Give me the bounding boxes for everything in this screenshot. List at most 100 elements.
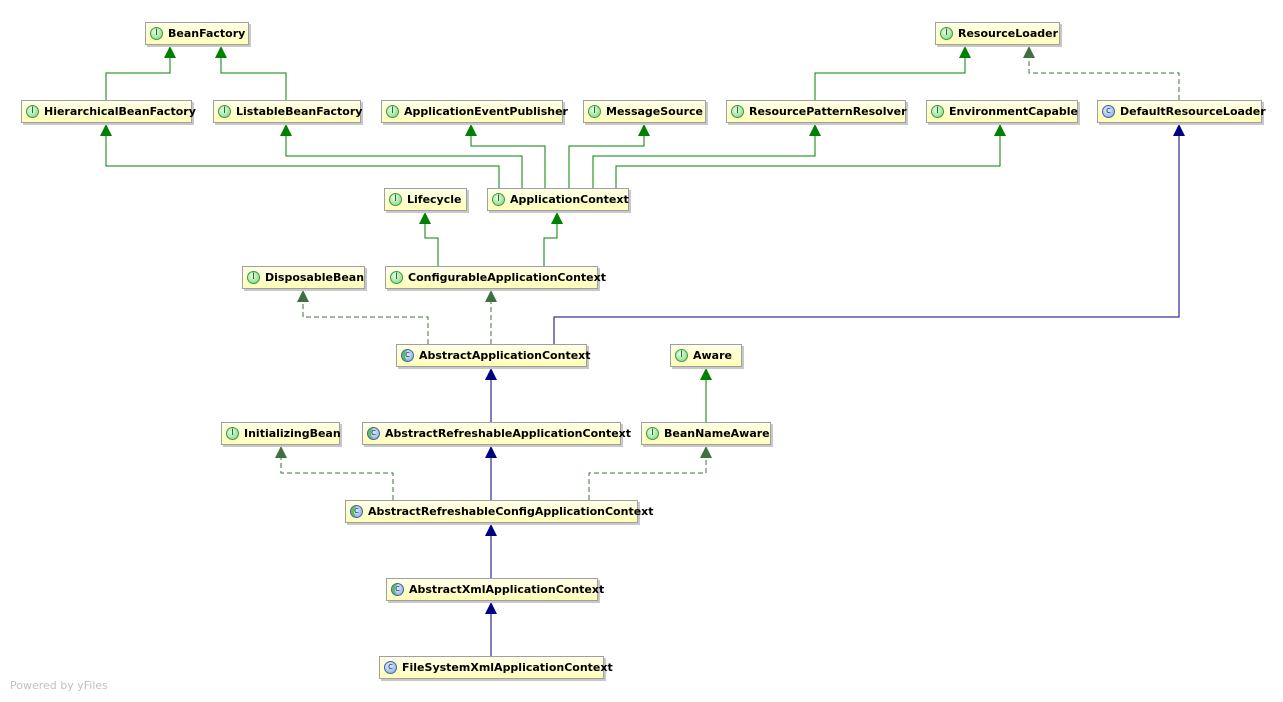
edge-abstract-xml-application-context-to-abstract-refreshable-config-application-context [485,524,497,578]
node-resource-loader[interactable]: I ResourceLoader [935,22,1060,45]
arrowhead-icon [700,368,712,380]
edge-abstract-application-context-to-configurable-application-context [485,290,497,344]
node-hierarchical-bean-factory[interactable]: I HierarchicalBeanFactory [21,100,196,123]
edge-configurable-application-context-to-application-context [543,212,563,266]
arrowhead-icon [485,524,497,536]
interface-icon: I [26,105,39,118]
edge-configurable-application-context-to-lifecycle [419,212,439,266]
node-label: ConfigurableApplicationContext [408,271,606,284]
node-label: InitializingBean [244,427,341,440]
node-label: AbstractXmlApplicationContext [409,583,605,596]
edge-application-context-to-resource-pattern-resolver [592,124,821,188]
node-label: AbstractRefreshableApplicationContext [385,427,632,440]
node-label: ApplicationEventPublisher [404,105,568,118]
interface-icon: I [646,427,659,440]
arrowhead-icon [280,124,292,136]
node-resource-pattern-resolver[interactable]: I ResourcePatternResolver [726,100,907,123]
interface-icon: I [218,105,231,118]
edge-bean-name-aware-to-aware [700,368,712,422]
abstract-class-icon: c [367,427,380,440]
node-abstract-application-context[interactable]: c AbstractApplicationContext [396,344,591,367]
node-label: AbstractRefreshableConfigApplicationCont… [368,505,654,518]
interface-icon: I [675,349,688,362]
node-label: BeanNameAware [664,427,770,440]
arrowhead-icon [100,124,112,136]
interface-icon: I [226,427,239,440]
edge-abstract-refreshable-config-application-context-to-abstract-refreshable-application-context [485,446,497,500]
abstract-class-icon: c [391,583,404,596]
edge-abstract-refreshable-config-application-context-to-bean-name-aware [588,446,712,500]
arrowhead-icon [959,46,971,58]
node-aware[interactable]: I Aware [670,344,742,367]
edge-resource-pattern-resolver-to-resource-loader [814,46,971,100]
node-label: HierarchicalBeanFactory [44,105,196,118]
arrowhead-icon [485,602,497,614]
node-application-context[interactable]: I ApplicationContext [487,188,629,211]
class-icon: c [384,661,397,674]
node-label: EnvironmentCapable [949,105,1079,118]
arrowhead-icon [164,46,176,58]
node-label: DefaultResourceLoader [1120,105,1266,118]
interface-icon: I [247,271,260,284]
node-bean-name-aware[interactable]: I BeanNameAware [641,422,771,445]
edge-abstract-application-context-to-disposable-bean [297,290,429,344]
abstract-class-icon: c [401,349,414,362]
arrowhead-icon [485,290,497,302]
arrowhead-icon [419,212,431,224]
node-label: ApplicationContext [510,193,629,206]
node-listable-bean-factory[interactable]: I ListableBeanFactory [213,100,363,123]
node-bean-factory[interactable]: I BeanFactory [145,22,249,45]
edge-application-context-to-listable-bean-factory [280,124,523,188]
node-abstract-xml-application-context[interactable]: c AbstractXmlApplicationContext [386,578,604,601]
node-label: ListableBeanFactory [236,105,363,118]
node-label: ResourceLoader [958,27,1059,40]
interface-icon: I [492,193,505,206]
arrowhead-icon [297,290,309,302]
node-label: Aware [693,349,732,362]
arrowhead-icon [465,124,477,136]
powered-by-footer: Powered by yFiles [10,679,108,692]
arrowhead-icon [1023,46,1035,58]
node-abstract-refreshable-application-context[interactable]: c AbstractRefreshableApplicationContext [362,422,631,445]
class-icon: c [1102,105,1115,118]
node-disposable-bean[interactable]: I DisposableBean [242,266,365,289]
arrowhead-icon [485,368,497,380]
node-file-system-xml-application-context[interactable]: c FileSystemXmlApplicationContext [379,656,613,679]
arrowhead-icon [700,446,712,458]
abstract-class-icon: c [350,505,363,518]
arrowhead-icon [275,446,287,458]
node-label: ResourcePatternResolver [749,105,907,118]
node-label: FileSystemXmlApplicationContext [402,661,613,674]
edge-abstract-application-context-to-default-resource-loader [553,124,1185,344]
node-label: Lifecycle [407,193,462,206]
arrowhead-icon [215,46,227,58]
arrowhead-icon [809,124,821,136]
interface-icon: I [390,271,403,284]
node-abstract-refreshable-config-application-context[interactable]: c AbstractRefreshableConfigApplicationCon… [345,500,654,523]
interface-icon: I [940,27,953,40]
edge-file-system-xml-application-context-to-abstract-xml-application-context [485,602,497,656]
edge-default-resource-loader-to-resource-loader [1023,46,1180,100]
interface-icon: I [386,105,399,118]
edge-abstract-refreshable-config-application-context-to-initializing-bean [275,446,394,500]
node-message-source[interactable]: I MessageSource [583,100,706,123]
arrowhead-icon [994,124,1006,136]
arrowhead-icon [1173,124,1185,136]
interface-icon: I [389,193,402,206]
node-lifecycle[interactable]: I Lifecycle [384,188,467,211]
node-label: AbstractApplicationContext [419,349,591,362]
arrowhead-icon [551,212,563,224]
edge-hierarchical-bean-factory-to-bean-factory [105,46,176,100]
node-application-event-publisher[interactable]: I ApplicationEventPublisher [381,100,568,123]
node-label: MessageSource [606,105,703,118]
interface-icon: I [931,105,944,118]
node-environment-capable[interactable]: I EnvironmentCapable [926,100,1078,123]
node-default-resource-loader[interactable]: c DefaultResourceLoader [1097,100,1266,123]
edge-abstract-refreshable-application-context-to-abstract-application-context [485,368,497,422]
node-configurable-application-context[interactable]: I ConfigurableApplicationContext [385,266,606,289]
node-initializing-bean[interactable]: I InitializingBean [221,422,341,445]
interface-icon: I [588,105,601,118]
node-label: BeanFactory [168,27,246,40]
edge-listable-bean-factory-to-bean-factory [215,46,287,100]
interface-icon: I [150,27,163,40]
